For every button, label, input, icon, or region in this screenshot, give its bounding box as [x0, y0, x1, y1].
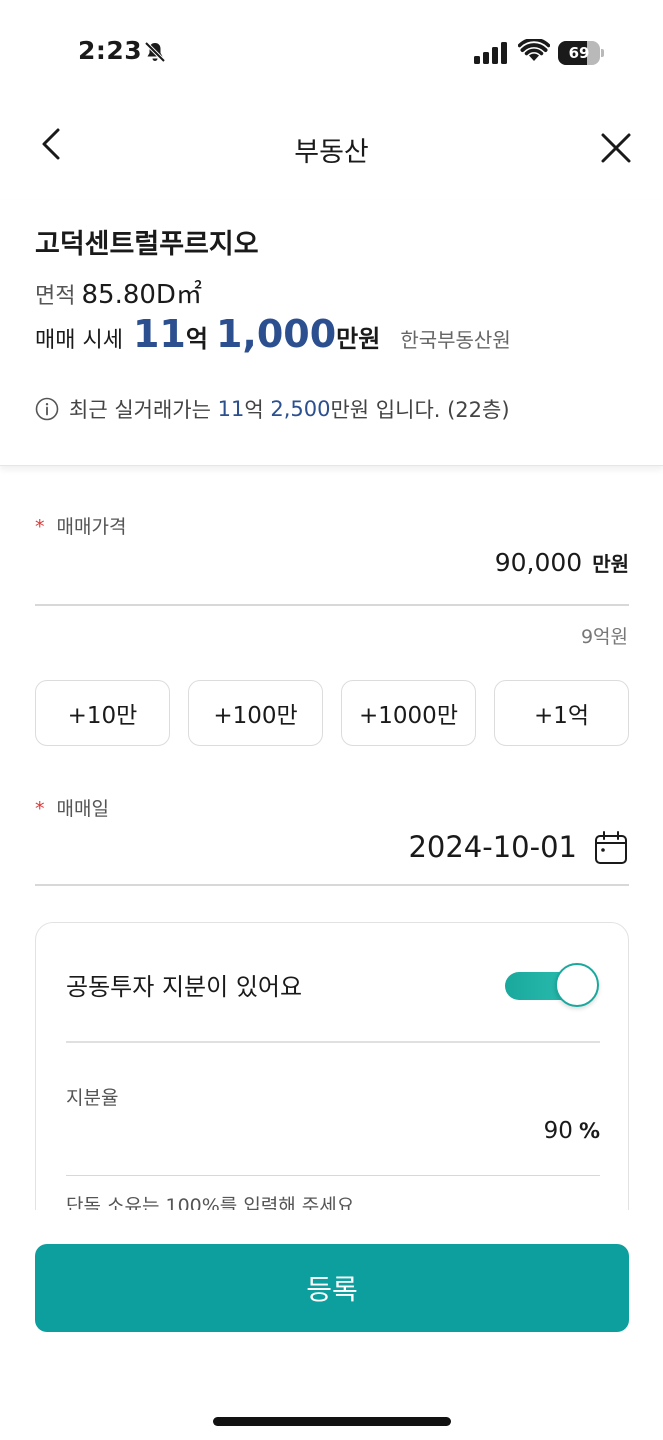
co-investment-card: 공동투자 지분이 있어요 지분율 90% 단독 소유는 100%를 입력해 주세…	[35, 922, 629, 1242]
battery-percentage: 69	[568, 44, 590, 62]
property-name: 고덕센트럴푸르지오	[35, 229, 259, 260]
market-price-eok-unit: 억	[185, 325, 208, 353]
share-ratio-input[interactable]: 90%	[66, 1118, 600, 1176]
price-korean-hint: 9억원	[580, 626, 628, 648]
price-input[interactable]: 90,000 만원	[35, 548, 629, 606]
add-1eok-button[interactable]: +1억	[494, 680, 629, 746]
market-price-row: 매매 시세 11 억 1,000 만원 한국부동산원	[35, 312, 511, 362]
recent-eok-unit: 억	[244, 398, 264, 422]
date-value: 2024-10-01	[408, 830, 577, 864]
close-icon[interactable]	[594, 126, 638, 170]
market-price-eok: 11	[132, 312, 186, 356]
quick-add-buttons: +10만 +100만 +1000만 +1억	[35, 680, 629, 746]
area-value: 85.80D㎡	[81, 280, 202, 310]
add-100man-button[interactable]: +100만	[188, 680, 323, 746]
nav-bar: 부동산	[0, 110, 663, 190]
market-price-man: 1,000	[215, 312, 337, 356]
home-indicator	[213, 1417, 451, 1426]
property-summary: 고덕센트럴푸르지오 면적 85.80D㎡ 매매 시세 11 억 1,000 만원 …	[0, 200, 663, 466]
page-title: 부동산	[294, 137, 369, 168]
divider	[66, 1041, 600, 1043]
price-input-unit: 만원	[592, 552, 629, 576]
co-investment-title: 공동투자 지분이 있어요	[66, 973, 303, 1001]
add-10man-button[interactable]: +10만	[35, 680, 170, 746]
status-bar: 2:23 69	[0, 0, 663, 100]
recent-trade-notice: 최근 실거래가는 11 억 2,500 만원 입니다. (22층)	[35, 394, 510, 424]
recent-suffix: 만원 입니다. (22층)	[330, 398, 510, 422]
recent-prefix: 최근 실거래가는	[69, 398, 211, 422]
add-1000man-button[interactable]: +1000만	[341, 680, 476, 746]
status-time: 2:23	[78, 36, 143, 65]
share-ratio-label: 지분율	[66, 1087, 119, 1109]
date-label-text: 매매일	[56, 798, 109, 820]
required-mark: *	[35, 798, 45, 820]
date-input[interactable]: 2024-10-01	[35, 826, 629, 886]
share-ratio-value: 90	[543, 1118, 573, 1144]
signal-icon	[474, 42, 507, 64]
date-field-label: * 매매일	[35, 794, 109, 821]
calendar-icon[interactable]	[593, 830, 629, 866]
recent-man: 2,500	[270, 397, 331, 421]
market-price-man-unit: 만원	[336, 325, 381, 353]
price-label-text: 매매가격	[56, 516, 127, 538]
submit-button[interactable]: 등록	[35, 1244, 629, 1332]
market-price-label: 매매 시세	[35, 328, 123, 353]
price-source: 한국부동산원	[400, 328, 511, 352]
share-ratio-unit: %	[578, 1119, 600, 1143]
wifi-icon	[518, 39, 550, 61]
area-label: 면적	[35, 284, 76, 309]
recent-eok: 11	[217, 397, 245, 421]
area-row: 면적 85.80D㎡	[35, 274, 202, 311]
bell-muted-icon	[144, 41, 166, 63]
price-field-label: * 매매가격	[35, 512, 126, 539]
battery-indicator: 69	[558, 41, 604, 65]
info-icon	[35, 397, 59, 421]
required-mark: *	[35, 516, 45, 538]
price-input-value: 90,000	[494, 548, 583, 577]
co-investment-toggle[interactable]	[505, 963, 599, 1009]
